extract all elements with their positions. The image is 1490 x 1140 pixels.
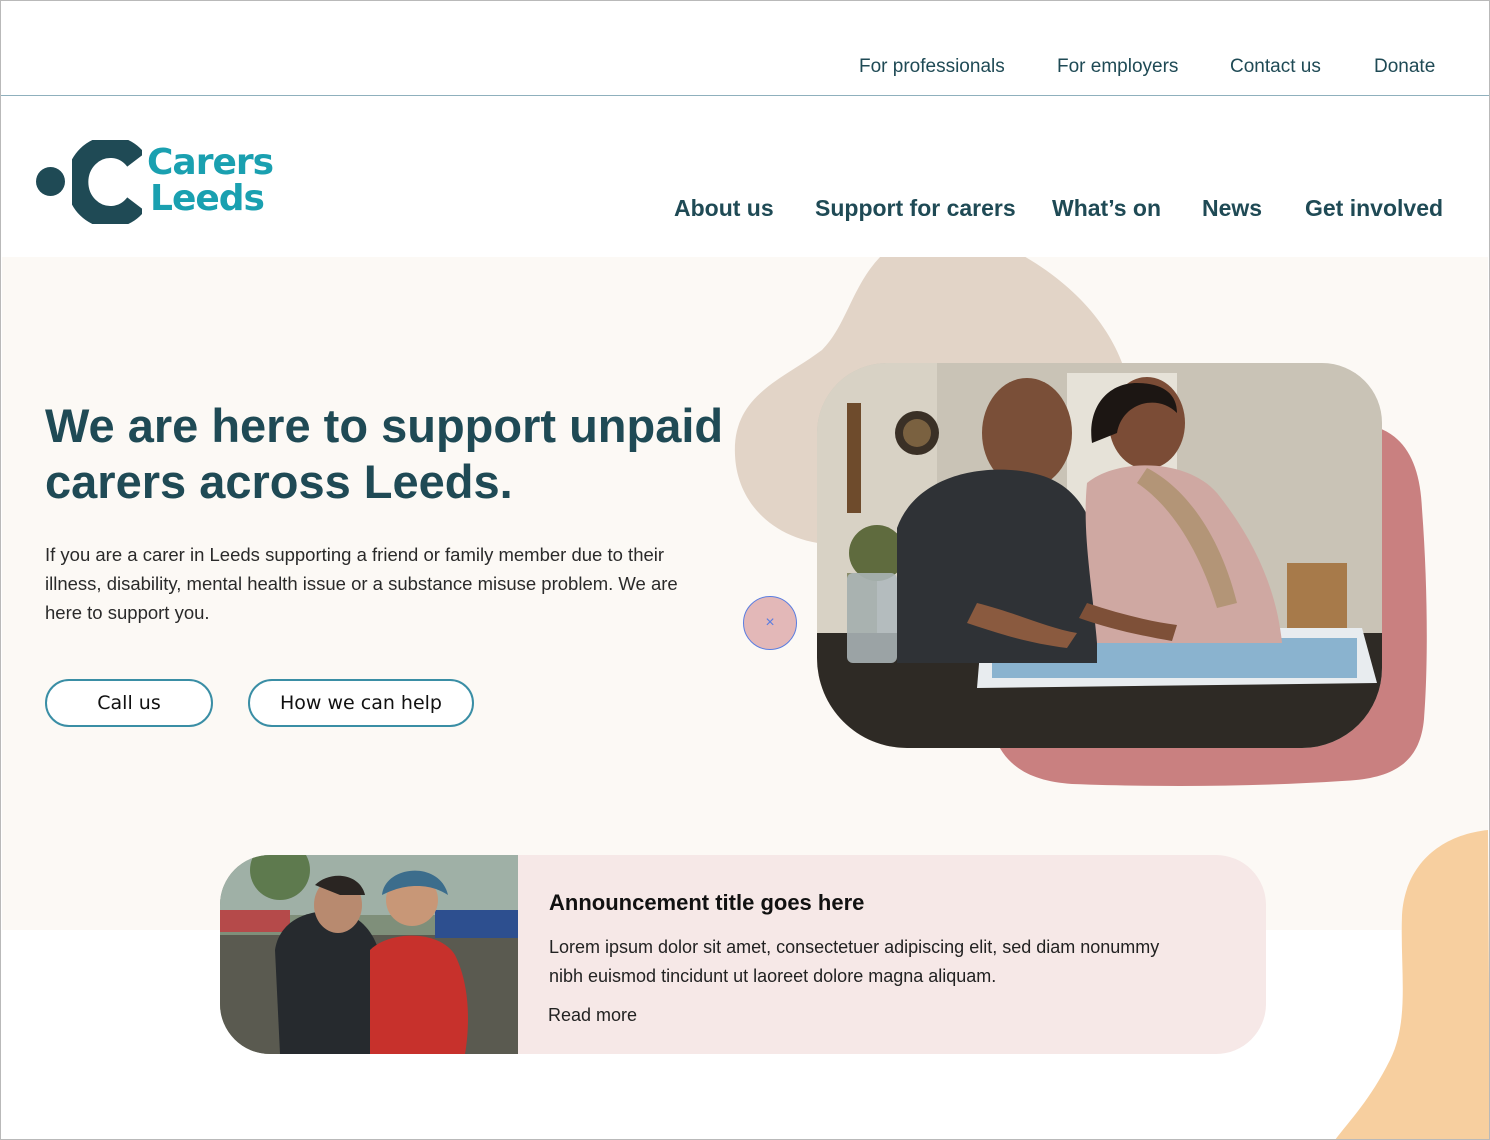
logo-word-carers: Carers xyxy=(147,142,274,183)
site-logo[interactable]: Carers Leeds xyxy=(34,140,284,224)
decorative-blob-peach xyxy=(1335,830,1490,1140)
announcement-photo-illustration xyxy=(220,855,518,1054)
hero-photo-illustration xyxy=(817,363,1382,748)
nav-support-for-carers[interactable]: Support for carers xyxy=(815,195,1016,222)
logo-c-mark xyxy=(72,140,142,224)
read-more-link[interactable]: Read more xyxy=(548,1005,637,1026)
utility-nav: For professionals For employers Contact … xyxy=(0,0,1490,96)
utility-link-employers[interactable]: For employers xyxy=(1057,56,1178,78)
hero-lede: If you are a carer in Leeds supporting a… xyxy=(45,544,678,623)
announcement-title: Announcement title goes here xyxy=(549,890,865,915)
call-us-button[interactable]: Call us xyxy=(45,679,213,727)
close-icon: × xyxy=(765,614,775,631)
nav-whats-on[interactable]: What’s on xyxy=(1052,195,1161,222)
nav-news[interactable]: News xyxy=(1202,195,1262,222)
utility-link-donate[interactable]: Donate xyxy=(1374,56,1435,78)
hero-photo-couple-puzzle xyxy=(817,363,1382,748)
close-button[interactable]: × xyxy=(743,596,797,650)
how-we-can-help-button[interactable]: How we can help xyxy=(248,679,474,727)
utility-link-professionals[interactable]: For professionals xyxy=(859,56,1005,78)
hero-section: We are here to support unpaid carers acr… xyxy=(2,257,1488,930)
nav-get-involved[interactable]: Get involved xyxy=(1305,195,1443,222)
logo-dot xyxy=(36,167,65,196)
hero-heading: We are here to support unpaid carers acr… xyxy=(45,399,724,508)
announcement-card: Announcement title goes here Lorem ipsum… xyxy=(220,855,1266,1054)
nav-about-us[interactable]: About us xyxy=(674,195,774,222)
announcement-thumbnail xyxy=(220,855,518,1054)
announcement-body: Lorem ipsum dolor sit amet, consectetuer… xyxy=(549,937,1160,986)
logo-word-leeds: Leeds xyxy=(150,178,265,219)
utility-link-contact[interactable]: Contact us xyxy=(1230,56,1321,78)
